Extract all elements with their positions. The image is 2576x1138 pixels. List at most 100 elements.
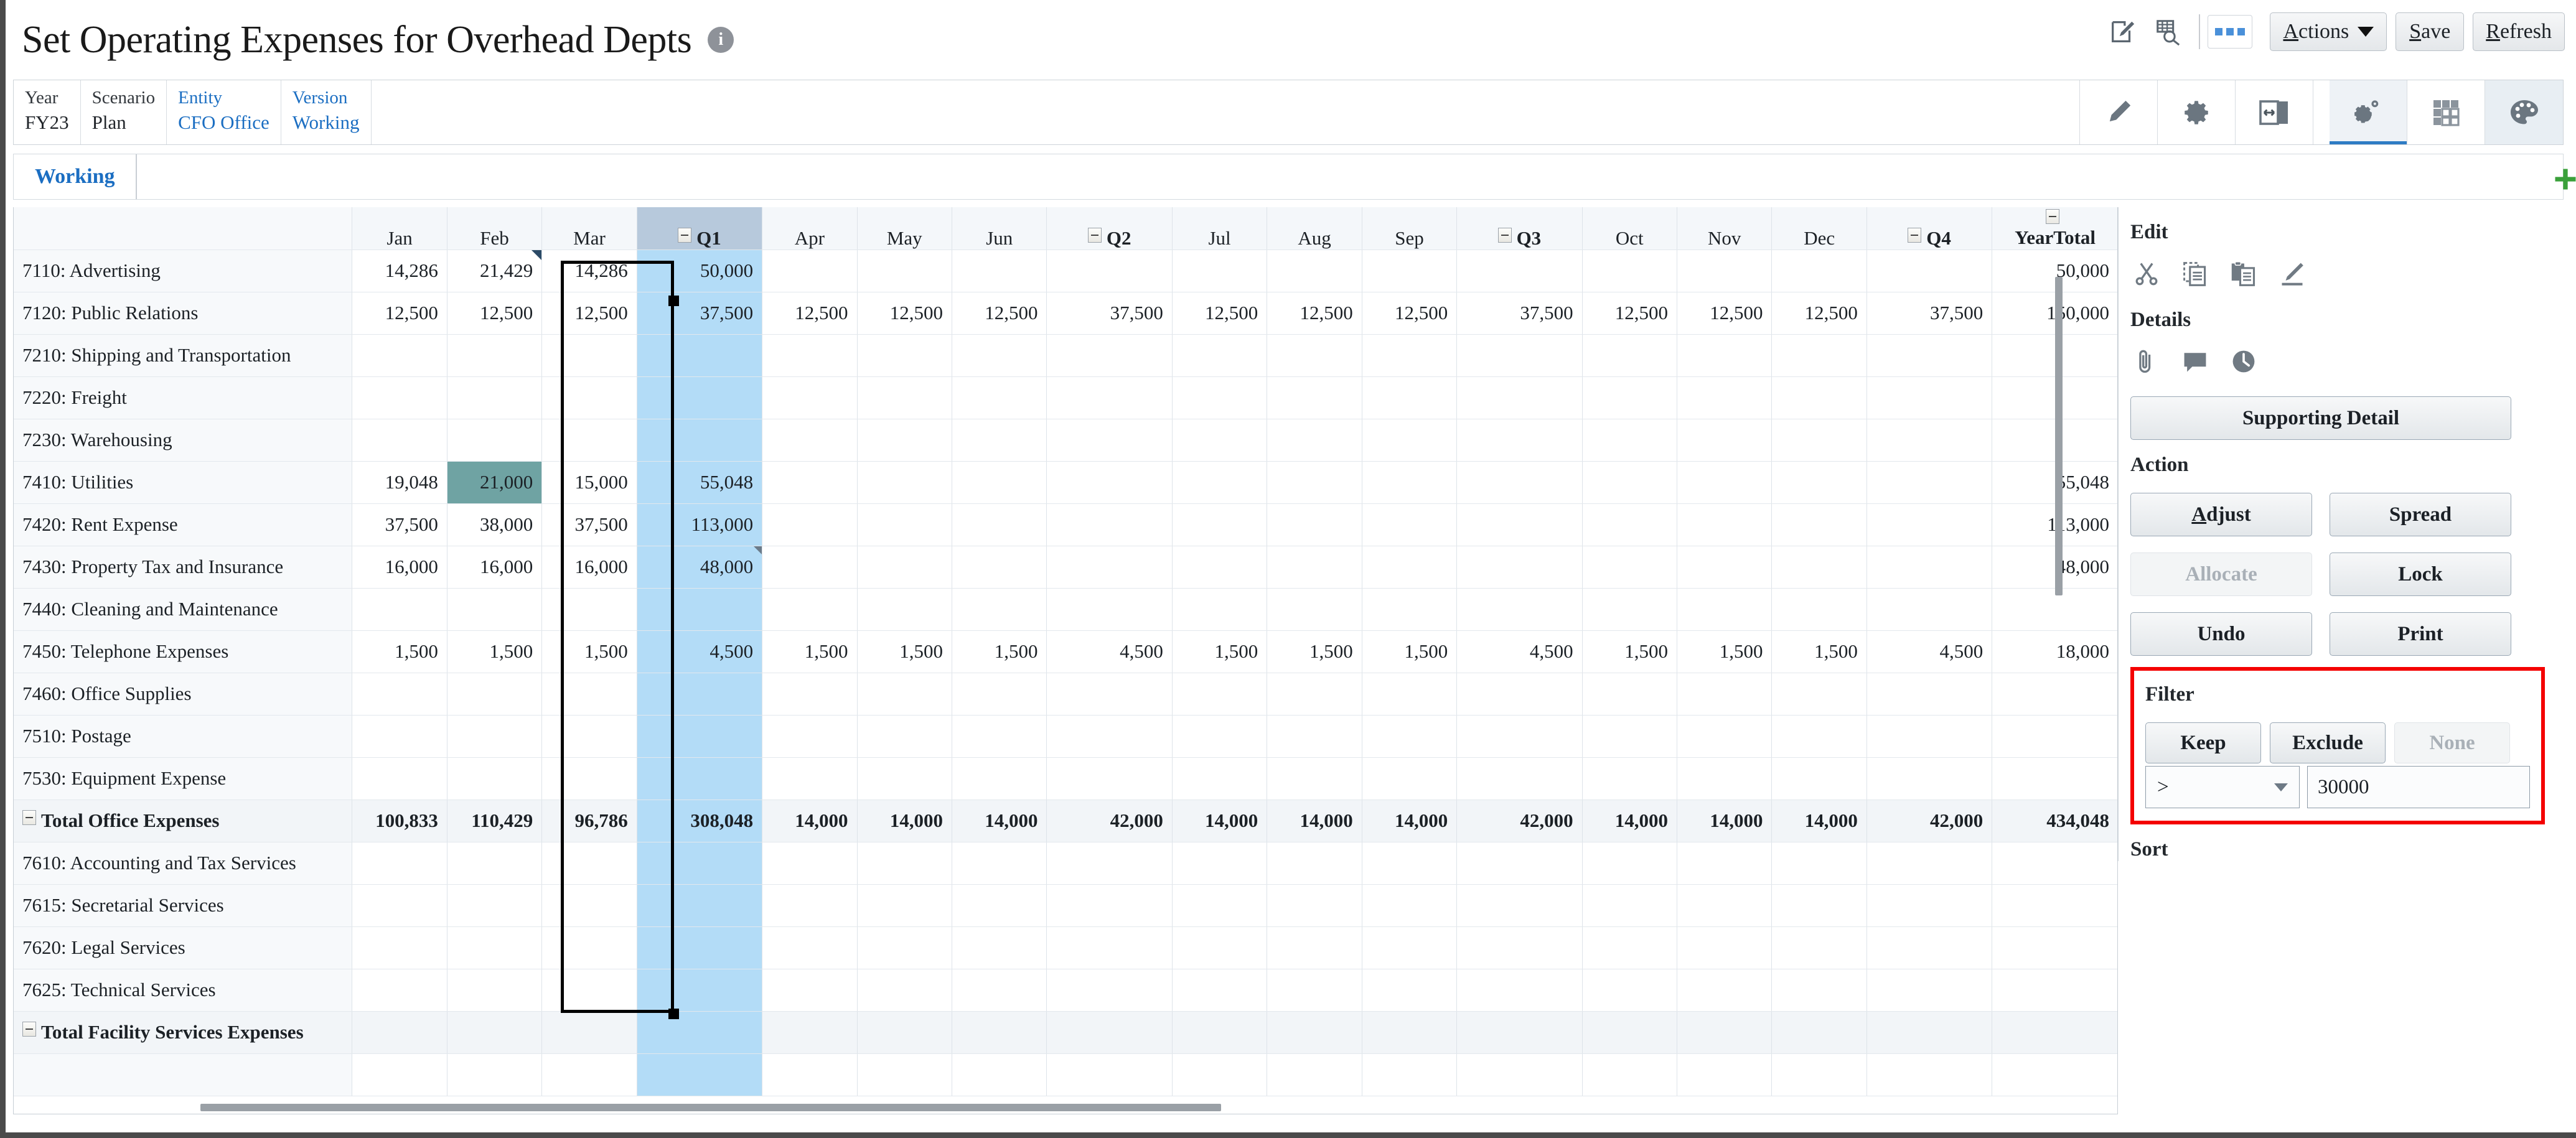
grid-row-header[interactable]: 7460: Office Supplies: [14, 673, 353, 716]
grid-cell[interactable]: [352, 673, 447, 716]
grid-cell[interactable]: 15,000: [541, 461, 637, 504]
grid-cell[interactable]: 14,000: [1362, 800, 1458, 842]
grid-cell[interactable]: [637, 1053, 763, 1096]
panel-resize-icon[interactable]: [2236, 80, 2313, 144]
grid-cell[interactable]: [541, 588, 637, 631]
grid-layout-icon[interactable]: [2407, 80, 2485, 144]
grid-cell[interactable]: [1582, 673, 1678, 716]
grid-cell[interactable]: [1771, 969, 1867, 1012]
grid-cell[interactable]: [1267, 969, 1362, 1012]
grid-row-header[interactable]: 7530: Equipment Expense: [14, 757, 353, 800]
grid-cell[interactable]: 308,048: [637, 800, 763, 842]
grid-cell[interactable]: [1362, 376, 1458, 419]
grid-horizontal-scroll-thumb[interactable]: [200, 1104, 1221, 1111]
grid-cell[interactable]: [1172, 546, 1268, 589]
grid-cell[interactable]: [952, 969, 1047, 1012]
grid-cell[interactable]: [1771, 461, 1867, 504]
grid-row-header[interactable]: 7230: Warehousing: [14, 419, 353, 462]
grid-cell[interactable]: [762, 1053, 858, 1096]
grid-cell[interactable]: [1046, 419, 1173, 462]
grid-cell[interactable]: [1992, 757, 2117, 800]
grid-cell[interactable]: [952, 673, 1047, 716]
attachment-icon[interactable]: [2133, 348, 2160, 375]
grid-cell[interactable]: [1677, 969, 1773, 1012]
grid-cell[interactable]: [1677, 926, 1773, 969]
grid-cell[interactable]: [447, 969, 543, 1012]
filter-keep-button[interactable]: Keep: [2145, 722, 2261, 763]
grid-column-header-q3[interactable]: Q3: [1456, 207, 1583, 250]
grid-cell[interactable]: [952, 926, 1047, 969]
grid-cell[interactable]: [1267, 250, 1362, 292]
grid-cell[interactable]: 1,500: [541, 630, 637, 673]
grid-cell[interactable]: [1866, 757, 1993, 800]
grid-cell[interactable]: [1456, 715, 1583, 758]
grid-cell[interactable]: [857, 376, 953, 419]
grid-row-header[interactable]: 7430: Property Tax and Insurance: [14, 546, 353, 589]
grid-cell[interactable]: [541, 884, 637, 927]
print-button[interactable]: Print: [2330, 612, 2511, 656]
grid-cell[interactable]: [447, 1053, 543, 1096]
comment-icon[interactable]: [2181, 348, 2209, 375]
grid-cell[interactable]: [637, 588, 763, 631]
grid-cell[interactable]: [762, 503, 858, 546]
grid-cell[interactable]: [1456, 969, 1583, 1012]
grid-cell[interactable]: [762, 673, 858, 716]
grid-cell[interactable]: [1771, 503, 1867, 546]
grid-cell[interactable]: [1866, 1011, 1993, 1054]
grid-cell[interactable]: 37,500: [541, 503, 637, 546]
grid-cell[interactable]: [1582, 884, 1678, 927]
grid-cell[interactable]: [1677, 842, 1773, 885]
grid-cell[interactable]: [1456, 884, 1583, 927]
grid-cell[interactable]: 96,786: [541, 800, 637, 842]
grid-cell[interactable]: [541, 757, 637, 800]
grid-cell[interactable]: 434,048: [1992, 800, 2117, 842]
grid-cell[interactable]: [1362, 1053, 1458, 1096]
grid-cell[interactable]: 4,500: [1456, 630, 1583, 673]
format-brush-icon[interactable]: [2279, 260, 2306, 287]
grid-cell[interactable]: 100,833: [352, 800, 447, 842]
grid-cell[interactable]: [1582, 1053, 1678, 1096]
grid-cell[interactable]: [1866, 376, 1993, 419]
grid-cell[interactable]: [1771, 673, 1867, 716]
grid-cell[interactable]: 37,500: [1046, 292, 1173, 335]
grid-cell[interactable]: [1172, 757, 1268, 800]
grid-cell[interactable]: [352, 376, 447, 419]
grid-cell[interactable]: [1046, 334, 1173, 377]
grid-cell[interactable]: [447, 715, 543, 758]
grid-cell[interactable]: [352, 334, 447, 377]
grid-cell[interactable]: 19,048: [352, 461, 447, 504]
grid-cell[interactable]: [352, 1053, 447, 1096]
settings-gears-icon[interactable]: [2330, 80, 2407, 144]
grid-cell[interactable]: [1866, 884, 1993, 927]
history-clock-icon[interactable]: [2230, 348, 2257, 375]
grid-cell[interactable]: 14,000: [1172, 800, 1268, 842]
grid-cell[interactable]: [952, 757, 1047, 800]
grid-cell[interactable]: [1677, 715, 1773, 758]
grid-cell[interactable]: [1677, 757, 1773, 800]
collapse-minus-icon[interactable]: [1087, 227, 1102, 243]
grid-column-header-nov[interactable]: Nov: [1677, 207, 1773, 250]
grid-cell[interactable]: [1456, 1011, 1583, 1054]
grid-row-header[interactable]: 7410: Utilities: [14, 461, 353, 504]
grid-cell[interactable]: [1362, 969, 1458, 1012]
grid-cell[interactable]: 37,500: [1866, 292, 1993, 335]
grid-cell[interactable]: [1771, 1053, 1867, 1096]
grid-cell[interactable]: [1267, 419, 1362, 462]
grid-cell[interactable]: 18,000: [1992, 630, 2117, 673]
grid-column-header-feb[interactable]: Feb: [447, 207, 543, 250]
undo-button[interactable]: Undo: [2130, 612, 2312, 656]
grid-cell[interactable]: [1677, 419, 1773, 462]
grid-cell[interactable]: 12,500: [762, 292, 858, 335]
grid-cell[interactable]: 14,000: [857, 800, 953, 842]
grid-cell[interactable]: [1456, 842, 1583, 885]
grid-cell[interactable]: [857, 884, 953, 927]
grid-cell[interactable]: [1582, 715, 1678, 758]
grid-cell[interactable]: [857, 250, 953, 292]
grid-cell[interactable]: [1456, 546, 1583, 589]
grid-cell[interactable]: [1172, 884, 1268, 927]
grid-cell[interactable]: [1046, 1011, 1173, 1054]
grid-cell[interactable]: [637, 842, 763, 885]
grid-cell[interactable]: [541, 715, 637, 758]
grid-cell[interactable]: 4,500: [637, 630, 763, 673]
grid-cell[interactable]: [762, 588, 858, 631]
